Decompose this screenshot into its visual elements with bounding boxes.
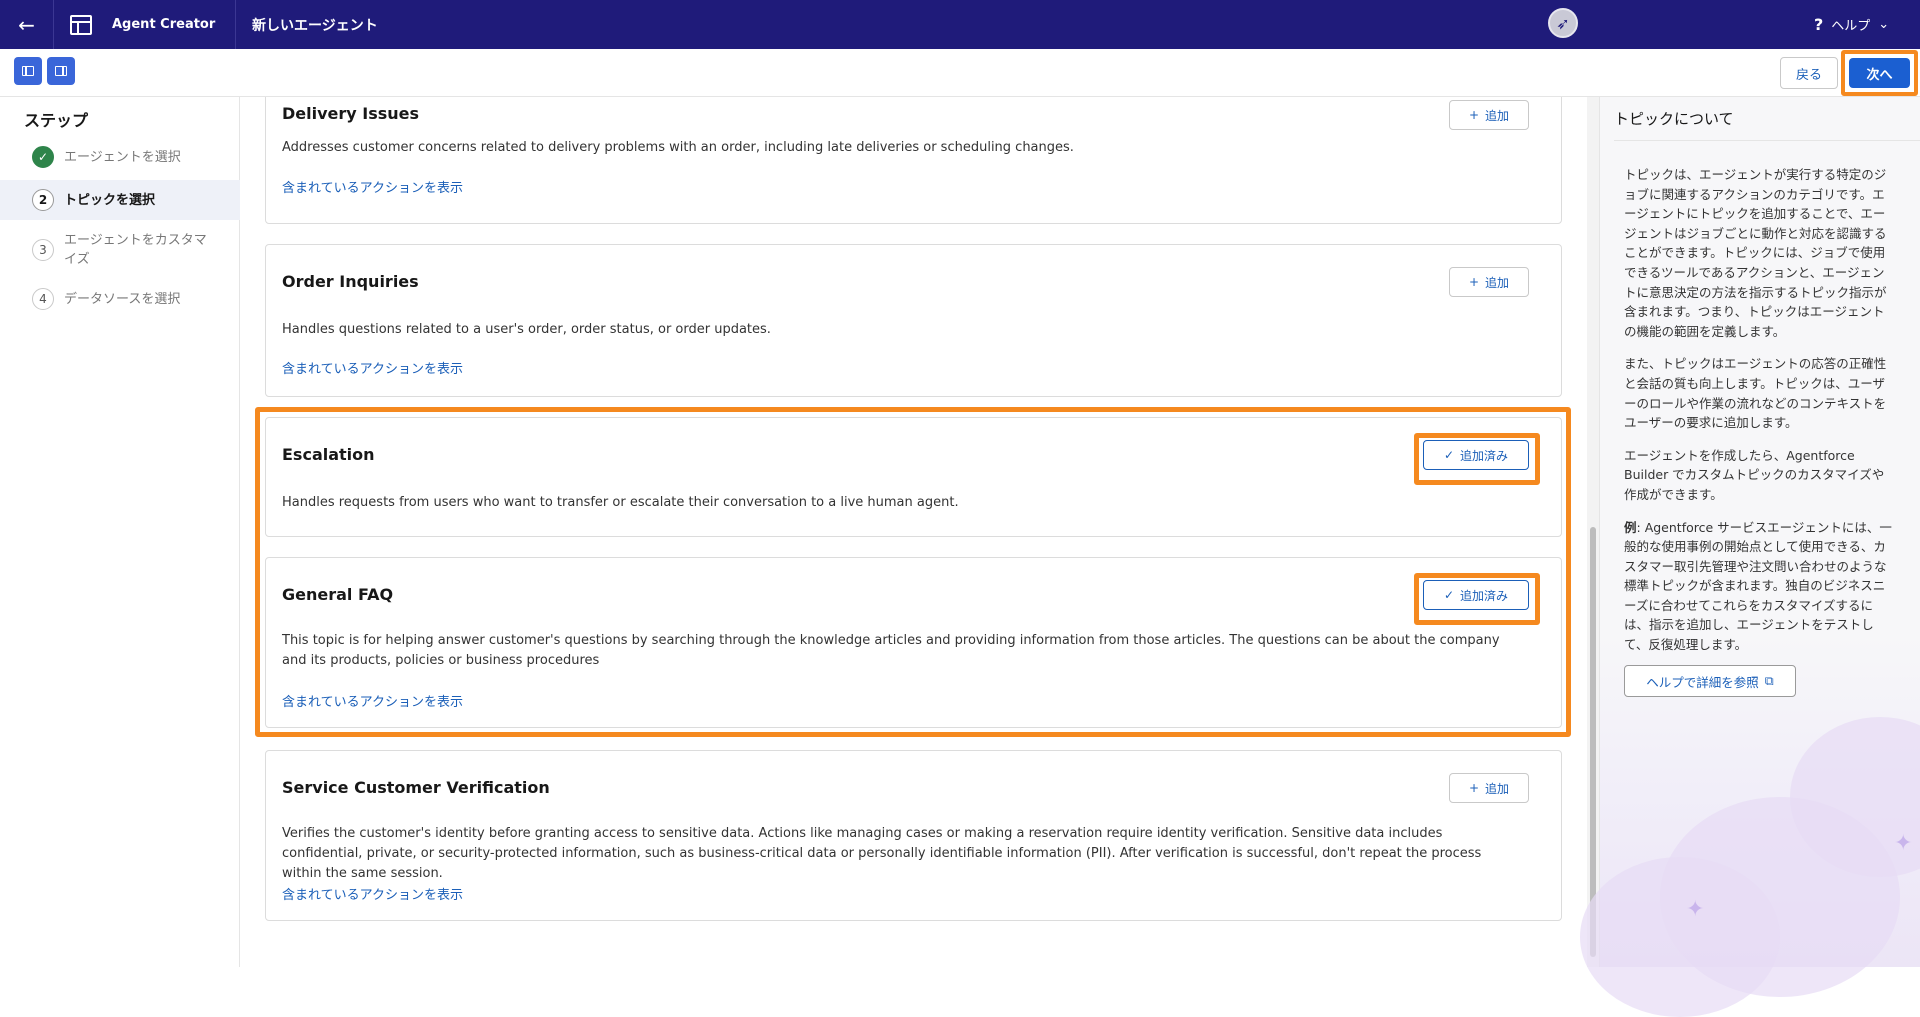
- next-button[interactable]: 次へ: [1849, 58, 1910, 88]
- plus-icon: +: [1468, 275, 1480, 289]
- topic-card: Order Inquiries + 追加 Handles questions re…: [265, 244, 1562, 397]
- topic-title: Service Customer Verification: [282, 778, 550, 797]
- step-select-topics[interactable]: 2 トピックを選択: [0, 180, 240, 220]
- top-bar: ← Agent Creator 新しいエージェント ➶ ? ヘルプ ⌄: [0, 0, 1920, 49]
- help-details-label: ヘルプで詳細を参照: [1646, 674, 1759, 690]
- example-text: : Agentforce サービスエージェントには、一般的な使用事例の開始点とし…: [1624, 519, 1892, 653]
- topic-description: Addresses customer concerns related to d…: [282, 140, 1074, 155]
- add-label: 追加: [1485, 108, 1510, 123]
- info-panel-body: トピックは、エージェントが実行する特定のジョブに関連するアクションのカテゴリです…: [1624, 165, 1896, 668]
- plus-icon: +: [1468, 108, 1480, 122]
- step-select-data-source[interactable]: 4 データソースを選択: [0, 279, 240, 319]
- app-name: Agent Creator: [112, 0, 236, 49]
- escalation-button-highlight: [1414, 433, 1540, 485]
- app-icon: [70, 14, 92, 35]
- help-details-button[interactable]: ヘルプで詳細を参照 ⧉: [1624, 665, 1796, 697]
- info-panel: ✦ ✦ トピックについて トピックは、エージェントが実行する特定のジョブに関連す…: [1580, 97, 1920, 1017]
- topic-card: Service Customer Verification + 追加 Verifi…: [265, 750, 1562, 921]
- add-label: 追加: [1485, 275, 1510, 290]
- step-check-icon: ✓: [32, 146, 54, 168]
- faq-button-highlight: [1414, 573, 1540, 625]
- toggle-right-panel-button[interactable]: [47, 57, 75, 85]
- add-label: 追加: [1485, 781, 1510, 796]
- back-arrow-icon[interactable]: ←: [0, 0, 54, 49]
- step-label: エージェントをカスタマイズ: [64, 233, 207, 267]
- view-actions-link[interactable]: 含まれているアクションを表示: [282, 358, 463, 377]
- view-actions-link[interactable]: 含まれているアクションを表示: [282, 177, 463, 196]
- info-paragraph: また、トピックはエージェントの応答の正確性と会話の質も向上します。トピックは、ユ…: [1624, 356, 1887, 431]
- step-number: 3: [32, 239, 54, 261]
- steps-sidebar: ステップ ✓ エージェントを選択 2 トピックを選択 3 エージェントをカスタマ…: [0, 97, 240, 967]
- topic-card: Delivery Issues + 追加 Addresses customer c…: [265, 97, 1562, 224]
- step-customize-agent[interactable]: 3 エージェントをカスタマイズ: [0, 230, 240, 270]
- info-paragraph-example: 例: Agentforce サービスエージェントには、一般的な使用事例の開始点と…: [1624, 518, 1896, 655]
- add-topic-button[interactable]: + 追加: [1449, 267, 1529, 297]
- step-label: エージェントを選択: [64, 149, 181, 165]
- back-button[interactable]: 戻る: [1780, 57, 1838, 89]
- plus-icon: +: [1468, 781, 1480, 795]
- topic-title: Delivery Issues: [282, 104, 420, 123]
- step-label: データソースを選択: [64, 291, 181, 307]
- example-label: 例: [1624, 519, 1637, 535]
- step-label: トピックを選択: [64, 192, 156, 208]
- left-panel-icon: [22, 66, 34, 76]
- help-label: ヘルプ: [1831, 19, 1871, 34]
- view-actions-link[interactable]: 含まれているアクションを表示: [282, 884, 463, 903]
- toolbar: [0, 49, 1920, 97]
- info-paragraph: トピックは、エージェントが実行する特定のジョブに関連するアクションのカテゴリです…: [1624, 167, 1887, 339]
- right-panel-icon: [55, 66, 67, 76]
- topic-title: Order Inquiries: [282, 272, 419, 291]
- steps-title: ステップ: [24, 111, 89, 130]
- sparkle-icon: ✦: [1686, 897, 1705, 922]
- step-select-agent[interactable]: ✓ エージェントを選択: [0, 137, 240, 177]
- step-number: 4: [32, 288, 54, 310]
- add-topic-button[interactable]: + 追加: [1449, 100, 1529, 130]
- toggle-left-panel-button[interactable]: [14, 57, 42, 85]
- topics-list[interactable]: Delivery Issues + 追加 Addresses customer c…: [241, 97, 1587, 967]
- added-topics-highlight: [255, 407, 1571, 737]
- sparkle-icon: ✦: [1894, 831, 1913, 856]
- info-paragraph: エージェントを作成したら、Agentforce Builder でカスタムトピッ…: [1624, 447, 1885, 502]
- info-panel-title: トピックについて: [1614, 97, 1920, 141]
- compass-icon[interactable]: ➶: [1548, 8, 1578, 38]
- topic-description: Handles questions related to a user's or…: [282, 322, 771, 337]
- page-title: 新しいエージェント: [252, 17, 378, 34]
- help-menu[interactable]: ? ヘルプ ⌄: [1814, 0, 1889, 49]
- external-link-icon: ⧉: [1764, 673, 1774, 688]
- step-number: 2: [32, 189, 54, 211]
- decorative-cloud: [1580, 857, 1780, 1017]
- topic-description: Verifies the customer's identity before …: [282, 826, 1482, 881]
- help-question-icon: ?: [1814, 15, 1824, 34]
- add-topic-button[interactable]: + 追加: [1449, 773, 1529, 803]
- chevron-down-icon: ⌄: [1878, 17, 1890, 32]
- main-scrollbar[interactable]: [1587, 97, 1599, 967]
